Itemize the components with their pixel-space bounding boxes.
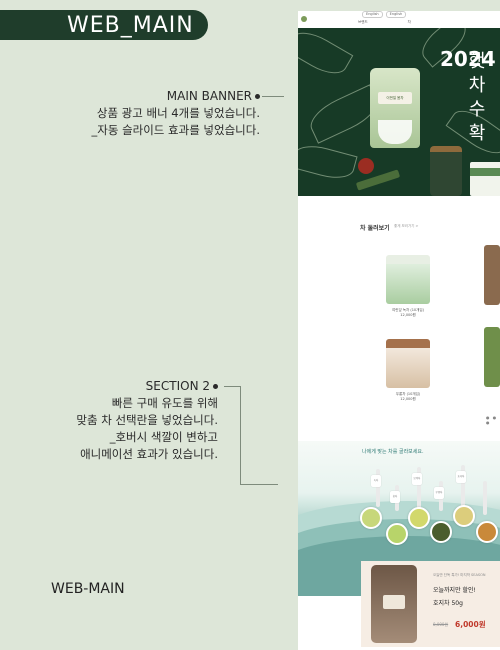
section2-desc-2: 맞춤 차 선택란을 넣었습니다. [76,413,218,427]
pack-label: 이번일 봄차 [378,92,412,104]
menu-item-tea[interactable]: 차 [408,20,411,25]
tea-finder-section: 나에게 맞는 차를 골라보세요. 녹차 홍차 보이차 우롱차 호지차 [298,441,500,596]
page-title: WEB_MAIN [67,12,194,38]
banner-year: 2024 [440,47,496,71]
product-image [386,255,430,304]
spoon-stick [483,481,487,515]
main-banner-note: MAIN BANNER 상품 광고 배너 4개를 넣었습니다. _자동 슬라이드… [91,88,261,139]
tea-jar-image [430,146,462,196]
sale-product-name: 호지차 50g [433,600,463,607]
tea-bowl-gold[interactable] [453,505,475,527]
tea-bowl-orange[interactable] [476,521,498,543]
tea-tag[interactable]: 녹차 [371,475,381,487]
tea-bowl-green[interactable] [386,523,408,545]
bullet-dot-icon [213,384,218,389]
section-title: 차 둘러보기 [360,225,390,232]
tea-bowl-dark[interactable] [430,521,452,543]
language-tab[interactable]: English [362,11,383,18]
section2-desc-4: 애니메이션 효과가 있습니다. [80,447,218,461]
leaf-decoration [298,140,358,184]
main-banner-desc-2: _자동 슬라이드 효과를 넣었습니다. [91,123,261,137]
mockup-menu: 브랜드 차 [358,20,411,25]
page-title-pill: WEB_MAIN [0,10,208,40]
menu-item-brand[interactable]: 브랜드 [358,20,368,25]
tea-tag[interactable]: 호지차 [456,471,466,483]
main-banner-desc-1: 상품 광고 배너 4개를 넣었습니다. [96,106,260,120]
footer-label: WEB-MAIN [51,581,125,597]
tea-cup-image [378,120,412,144]
connector-line [240,484,278,485]
sale-title: 오늘까지만 할인! [433,587,476,594]
sale-product-image [371,565,417,643]
product-price: 12,000원 [400,397,416,401]
tea-tag[interactable]: 보이차 [412,473,422,485]
carousel-dots[interactable]: ● ● ● [486,415,500,425]
section2-heading: SECTION 2 [145,379,210,393]
finder-title: 나에게 맞는 차를 골라보세요. [362,449,424,455]
main-banner-heading: MAIN BANNER [166,89,252,103]
tea-tag[interactable]: 우롱차 [434,487,444,499]
section2-note: SECTION 2 빠른 구매 유도를 위해 맞춤 차 선택란을 넣었습니다. … [76,378,218,463]
bullet-dot-icon [255,94,260,99]
sale-price: 6,000원 [455,620,486,629]
product-image [386,339,430,388]
connector-line [240,386,241,484]
product-card[interactable]: 여린잎 녹차 (10개입) 12,000원 [384,255,432,318]
logo-icon [301,16,307,22]
main-banner[interactable]: 이번일 봄차 2024 햇차수확 [298,28,500,196]
tea-bowl-green[interactable] [360,507,382,529]
tea-tag[interactable]: 홍차 [390,491,400,503]
jujube-image [358,158,374,174]
banner-headline: 햇차수확 [468,51,486,144]
language-tab[interactable]: English [385,11,407,18]
product-image-partial[interactable] [484,327,500,387]
tea-bowl-yellow[interactable] [408,507,430,529]
sale-old-price: 8,000원 [433,622,449,627]
website-mockup: English English 브랜드 차 이번일 봄차 2024 햇차수확 차… [298,11,500,650]
sale-kicker: 오늘만 단독 특가! 마지막 SEASON [433,573,486,577]
section2-desc-1: 빠른 구매 유도를 위해 [111,396,218,410]
section-more-link[interactable]: 좋게 보러가기 > [394,224,418,229]
section2-desc-3: _호버시 색깔이 변하고 [109,430,218,444]
sale-card[interactable]: 오늘만 단독 특가! 마지막 SEASON 오늘까지만 할인! 호지차 50g … [361,561,500,647]
product-card[interactable]: 우롱차 (10개입) 12,000원 [384,339,432,402]
connector-line [224,386,240,387]
mockup-nav: English English 브랜드 차 [298,11,500,29]
language-tabs: English English [362,11,407,18]
product-image-partial[interactable] [484,245,500,305]
connector-line [262,96,284,97]
tea-box-image [470,162,500,196]
product-price: 12,000원 [400,313,416,317]
leaf-decoration [298,28,354,82]
